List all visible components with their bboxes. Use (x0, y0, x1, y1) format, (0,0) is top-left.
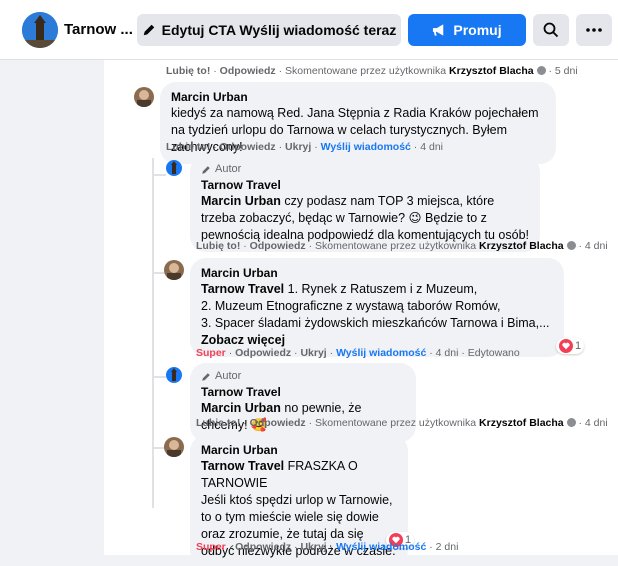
comment-actions: Super · Odpowiedz · Ukryj · Wyślij wiado… (196, 347, 520, 359)
author-badge: Autor (201, 163, 529, 176)
like-link[interactable]: Lubię to! (196, 240, 240, 252)
info-icon (566, 418, 576, 427)
comment-time[interactable]: 4 dni (585, 417, 608, 429)
comment-text: Tarnow Travel 1. Rynek z Ratuszem i z Mu… (201, 282, 478, 296)
comment-actions: Super · Odpowiedz · Ukryj · Wyślij wiado… (196, 541, 459, 553)
avatar[interactable] (164, 260, 184, 280)
page-avatar[interactable] (22, 12, 58, 48)
mention-link[interactable]: Marcin Urban (201, 401, 281, 415)
comment-time[interactable]: 2 dni (436, 541, 459, 553)
comment-actions: Lubię to! · Odpowiedz · Skomentowane prz… (196, 240, 608, 252)
pencil-icon (202, 372, 210, 381)
promote-button[interactable]: Promuj (408, 14, 526, 46)
comment-time[interactable]: 4 dni (420, 141, 443, 153)
reaction-count: 1 (575, 340, 582, 352)
page-header: Tarnow ... Edytuj CTA Wyślij wiadomość t… (0, 0, 618, 60)
more-button[interactable] (576, 14, 612, 46)
hide-link[interactable]: Ukryj (300, 347, 326, 359)
mention-link[interactable]: Tarnow Travel (201, 282, 284, 296)
send-message-link[interactable]: Wyślij wiadomość (321, 141, 411, 153)
super-link[interactable]: Super (196, 541, 226, 553)
page-name[interactable]: Tarnow ... (64, 21, 133, 38)
search-icon (543, 22, 559, 38)
reply-link[interactable]: Odpowiedz (250, 417, 306, 429)
comment-author[interactable]: Tarnow Travel (201, 177, 529, 193)
comment-text: Tarnow Travel FRASZKA O TARNOWIE (201, 459, 358, 490)
commenter-name[interactable]: Krzysztof Blacha (479, 417, 564, 429)
comment-bubble: Autor Tarnow Travel Marcin Urban czy pod… (190, 156, 540, 252)
send-message-link[interactable]: Wyślij wiadomość (336, 541, 426, 553)
comment-text: Marcin Urban czy podasz nam TOP 3 miejsc… (201, 194, 529, 242)
pencil-icon (143, 24, 154, 36)
comments-panel: Lubię to! · Odpowiedz · Skomentowane prz… (104, 60, 618, 566)
hide-link[interactable]: Ukryj (285, 141, 311, 153)
edit-cta-button[interactable]: Edytuj CTA Wyślij wiadomość teraz (137, 14, 401, 46)
thread-line (152, 174, 166, 176)
megaphone-icon (433, 24, 444, 36)
comment-bubble: Autor Tarnow Travel Marcin Urban no pewn… (190, 363, 416, 442)
comment-author[interactable]: Marcin Urban (201, 442, 397, 458)
reply-link[interactable]: Odpowiedz (250, 240, 306, 252)
commenter-name[interactable]: Krzysztof Blacha (479, 240, 564, 252)
like-link[interactable]: Lubię to! (166, 65, 210, 77)
more-dots-icon (586, 28, 602, 32)
avatar[interactable] (164, 437, 184, 457)
comment-actions: Lubię to! · Odpowiedz · Ukryj · Wyślij w… (166, 141, 443, 153)
comment-author[interactable]: Marcin Urban (171, 89, 545, 105)
avatar[interactable] (166, 367, 182, 383)
like-link[interactable]: Lubię to! (196, 417, 240, 429)
comment-author[interactable]: Tarnow Travel (201, 384, 405, 400)
edited-label: Edytowano (467, 347, 520, 359)
hide-link[interactable]: Ukryj (300, 541, 326, 553)
comment-bubble: Marcin Urban Tarnow Travel 1. Rynek z Ra… (190, 258, 564, 357)
avatar[interactable] (166, 160, 182, 176)
comment-actions: Lubię to! · Odpowiedz · Skomentowane prz… (196, 417, 608, 429)
heart-icon (559, 339, 573, 353)
comment-text: 3. Spacer śladami żydowskich mieszkańców… (201, 316, 550, 347)
mention-link[interactable]: Tarnow Travel (201, 459, 284, 473)
comment-text: to o tym mieście wiele się dowie (201, 510, 379, 524)
thread-line (152, 158, 154, 508)
edit-cta-label: Edytuj CTA Wyślij wiadomość teraz (161, 22, 397, 38)
promote-label: Promuj (453, 22, 502, 38)
commenter-name[interactable]: Krzysztof Blacha (449, 65, 534, 77)
info-icon (536, 66, 546, 75)
see-more-link[interactable]: Zobacz więcej (201, 333, 285, 347)
reply-link[interactable]: Odpowiedz (220, 65, 276, 77)
reply-link[interactable]: Odpowiedz (235, 347, 291, 359)
info-icon (566, 241, 576, 250)
like-link[interactable]: Lubię to! (166, 141, 210, 153)
comment-actions: Lubię to! · Odpowiedz · Skomentowane prz… (166, 65, 578, 77)
thread-line (152, 376, 166, 378)
comment-time[interactable]: 4 dni (436, 347, 459, 359)
reply-link[interactable]: Odpowiedz (220, 141, 276, 153)
comment-time[interactable]: 5 dni (555, 65, 578, 77)
comment-author[interactable]: Marcin Urban (201, 265, 553, 281)
comment-text: Jeśli ktoś spędzi urlop w Tarnowie, (201, 493, 393, 507)
super-link[interactable]: Super (196, 347, 226, 359)
search-button[interactable] (533, 14, 569, 46)
author-badge: Autor (201, 370, 405, 383)
avatar[interactable] (134, 87, 154, 107)
reaction-badge[interactable]: 1 (556, 338, 585, 354)
reply-link[interactable]: Odpowiedz (235, 541, 291, 553)
send-message-link[interactable]: Wyślij wiadomość (336, 347, 426, 359)
pencil-icon (202, 165, 210, 174)
comment-text: 2. Muzeum Etnograficzne z wystawą taboró… (201, 299, 501, 313)
comment-time[interactable]: 4 dni (585, 240, 608, 252)
mention-link[interactable]: Marcin Urban (201, 194, 281, 208)
